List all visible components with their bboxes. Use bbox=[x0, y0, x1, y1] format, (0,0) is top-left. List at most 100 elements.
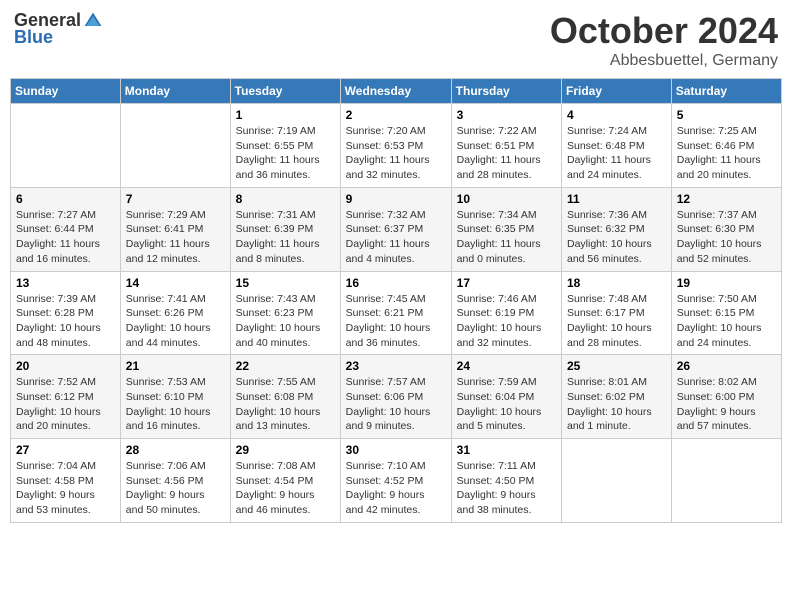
calendar-cell: 17 Sunrise: 7:46 AM Sunset: 6:19 PM Dayli… bbox=[451, 271, 561, 355]
day-number: 29 bbox=[236, 443, 335, 457]
day-info: Sunrise: 7:29 AM Sunset: 6:41 PM Dayligh… bbox=[126, 208, 225, 267]
day-info: Sunrise: 7:48 AM Sunset: 6:17 PM Dayligh… bbox=[567, 292, 666, 351]
calendar-week-3: 13 Sunrise: 7:39 AM Sunset: 6:28 PM Dayli… bbox=[11, 271, 782, 355]
title-area: October 2024 Abbesbuettel, Germany bbox=[550, 10, 778, 70]
day-number: 31 bbox=[457, 443, 556, 457]
day-number: 4 bbox=[567, 108, 666, 122]
day-number: 14 bbox=[126, 276, 225, 290]
calendar-cell: 18Sunrise: 7:48 AM Sunset: 6:17 PM Dayli… bbox=[562, 271, 672, 355]
day-number: 13 bbox=[16, 276, 115, 290]
day-number: 3 bbox=[457, 108, 556, 122]
month-title: October 2024 bbox=[550, 10, 778, 52]
day-number: 8 bbox=[236, 192, 335, 206]
day-number: 5 bbox=[677, 108, 776, 122]
calendar-cell: 2 Sunrise: 7:20 AM Sunset: 6:53 PM Daylig… bbox=[340, 104, 451, 188]
day-number: 28 bbox=[126, 443, 225, 457]
logo: General Blue bbox=[14, 10, 103, 48]
day-number: 17 bbox=[457, 276, 556, 290]
calendar-cell: 10Sunrise: 7:34 AM Sunset: 6:35 PM Dayli… bbox=[451, 187, 561, 271]
calendar-cell: 24 Sunrise: 7:59 AM Sunset: 6:04 PM Dayli… bbox=[451, 355, 561, 439]
day-info: Sunrise: 7:08 AM Sunset: 4:54 PM Dayligh… bbox=[236, 459, 335, 518]
calendar-cell: 27Sunrise: 7:04 AM Sunset: 4:58 PM Dayli… bbox=[11, 439, 121, 523]
calendar-cell: 20 Sunrise: 7:52 AM Sunset: 6:12 PM Dayli… bbox=[11, 355, 121, 439]
day-number: 1 bbox=[236, 108, 335, 122]
calendar-cell: 4 Sunrise: 7:24 AM Sunset: 6:48 PM Daylig… bbox=[562, 104, 672, 188]
calendar-cell: 11 Sunrise: 7:36 AM Sunset: 6:32 PM Dayli… bbox=[562, 187, 672, 271]
header-row: Sunday Monday Tuesday Wednesday Thursday… bbox=[11, 79, 782, 104]
header-wednesday: Wednesday bbox=[340, 79, 451, 104]
day-info: Sunrise: 7:22 AM Sunset: 6:51 PM Dayligh… bbox=[457, 124, 556, 183]
calendar-cell: 15 Sunrise: 7:43 AM Sunset: 6:23 PM Dayli… bbox=[230, 271, 340, 355]
day-number: 2 bbox=[346, 108, 446, 122]
page-header: General Blue October 2024 Abbesbuettel, … bbox=[10, 10, 782, 70]
calendar-cell: 3 Sunrise: 7:22 AM Sunset: 6:51 PM Daylig… bbox=[451, 104, 561, 188]
calendar-cell: 26Sunrise: 8:02 AM Sunset: 6:00 PM Dayli… bbox=[671, 355, 781, 439]
day-info: Sunrise: 8:01 AM Sunset: 6:02 PM Dayligh… bbox=[567, 375, 666, 434]
day-info: Sunrise: 7:41 AM Sunset: 6:26 PM Dayligh… bbox=[126, 292, 225, 351]
day-info: Sunrise: 7:34 AM Sunset: 6:35 PM Dayligh… bbox=[457, 208, 556, 267]
day-info: Sunrise: 7:19 AM Sunset: 6:55 PM Dayligh… bbox=[236, 124, 335, 183]
day-number: 25 bbox=[567, 359, 666, 373]
logo-icon bbox=[83, 11, 103, 31]
calendar-week-4: 20 Sunrise: 7:52 AM Sunset: 6:12 PM Dayli… bbox=[11, 355, 782, 439]
day-info: Sunrise: 7:25 AM Sunset: 6:46 PM Dayligh… bbox=[677, 124, 776, 183]
header-tuesday: Tuesday bbox=[230, 79, 340, 104]
calendar-cell: 9 Sunrise: 7:32 AM Sunset: 6:37 PM Daylig… bbox=[340, 187, 451, 271]
day-info: Sunrise: 7:55 AM Sunset: 6:08 PM Dayligh… bbox=[236, 375, 335, 434]
day-info: Sunrise: 7:11 AM Sunset: 4:50 PM Dayligh… bbox=[457, 459, 556, 518]
day-info: Sunrise: 7:37 AM Sunset: 6:30 PM Dayligh… bbox=[677, 208, 776, 267]
day-info: Sunrise: 7:46 AM Sunset: 6:19 PM Dayligh… bbox=[457, 292, 556, 351]
day-info: Sunrise: 7:57 AM Sunset: 6:06 PM Dayligh… bbox=[346, 375, 446, 434]
day-info: Sunrise: 7:24 AM Sunset: 6:48 PM Dayligh… bbox=[567, 124, 666, 183]
day-info: Sunrise: 7:39 AM Sunset: 6:28 PM Dayligh… bbox=[16, 292, 115, 351]
day-info: Sunrise: 7:50 AM Sunset: 6:15 PM Dayligh… bbox=[677, 292, 776, 351]
day-number: 19 bbox=[677, 276, 776, 290]
day-info: Sunrise: 7:43 AM Sunset: 6:23 PM Dayligh… bbox=[236, 292, 335, 351]
calendar-week-1: 1 Sunrise: 7:19 AM Sunset: 6:55 PM Daylig… bbox=[11, 104, 782, 188]
logo-blue: Blue bbox=[14, 27, 53, 48]
day-info: Sunrise: 7:20 AM Sunset: 6:53 PM Dayligh… bbox=[346, 124, 446, 183]
calendar-cell bbox=[11, 104, 121, 188]
day-info: Sunrise: 7:45 AM Sunset: 6:21 PM Dayligh… bbox=[346, 292, 446, 351]
calendar-cell: 13 Sunrise: 7:39 AM Sunset: 6:28 PM Dayli… bbox=[11, 271, 121, 355]
calendar-cell: 29 Sunrise: 7:08 AM Sunset: 4:54 PM Dayli… bbox=[230, 439, 340, 523]
day-number: 15 bbox=[236, 276, 335, 290]
day-number: 9 bbox=[346, 192, 446, 206]
day-number: 21 bbox=[126, 359, 225, 373]
day-info: Sunrise: 7:32 AM Sunset: 6:37 PM Dayligh… bbox=[346, 208, 446, 267]
day-info: Sunrise: 7:36 AM Sunset: 6:32 PM Dayligh… bbox=[567, 208, 666, 267]
day-info: Sunrise: 7:53 AM Sunset: 6:10 PM Dayligh… bbox=[126, 375, 225, 434]
calendar-cell: 30 Sunrise: 7:10 AM Sunset: 4:52 PM Dayli… bbox=[340, 439, 451, 523]
calendar-cell: 31 Sunrise: 7:11 AM Sunset: 4:50 PM Dayli… bbox=[451, 439, 561, 523]
location-subtitle: Abbesbuettel, Germany bbox=[550, 52, 778, 70]
day-info: Sunrise: 7:04 AM Sunset: 4:58 PM Dayligh… bbox=[16, 459, 115, 518]
header-saturday: Saturday bbox=[671, 79, 781, 104]
calendar-cell: 22Sunrise: 7:55 AM Sunset: 6:08 PM Dayli… bbox=[230, 355, 340, 439]
day-number: 11 bbox=[567, 192, 666, 206]
header-monday: Monday bbox=[120, 79, 230, 104]
calendar-cell: 12Sunrise: 7:37 AM Sunset: 6:30 PM Dayli… bbox=[671, 187, 781, 271]
day-number: 20 bbox=[16, 359, 115, 373]
day-info: Sunrise: 7:59 AM Sunset: 6:04 PM Dayligh… bbox=[457, 375, 556, 434]
day-number: 30 bbox=[346, 443, 446, 457]
header-sunday: Sunday bbox=[11, 79, 121, 104]
calendar-cell: 25 Sunrise: 8:01 AM Sunset: 6:02 PM Dayli… bbox=[562, 355, 672, 439]
day-info: Sunrise: 7:27 AM Sunset: 6:44 PM Dayligh… bbox=[16, 208, 115, 267]
day-number: 24 bbox=[457, 359, 556, 373]
calendar-cell: 28 Sunrise: 7:06 AM Sunset: 4:56 PM Dayli… bbox=[120, 439, 230, 523]
day-number: 23 bbox=[346, 359, 446, 373]
calendar-cell bbox=[120, 104, 230, 188]
day-number: 7 bbox=[126, 192, 225, 206]
calendar-cell: 1 Sunrise: 7:19 AM Sunset: 6:55 PM Daylig… bbox=[230, 104, 340, 188]
calendar-cell: 19 Sunrise: 7:50 AM Sunset: 6:15 PM Dayli… bbox=[671, 271, 781, 355]
day-info: Sunrise: 7:52 AM Sunset: 6:12 PM Dayligh… bbox=[16, 375, 115, 434]
day-info: Sunrise: 7:10 AM Sunset: 4:52 PM Dayligh… bbox=[346, 459, 446, 518]
calendar-cell bbox=[671, 439, 781, 523]
header-friday: Friday bbox=[562, 79, 672, 104]
calendar-cell: 5 Sunrise: 7:25 AM Sunset: 6:46 PM Daylig… bbox=[671, 104, 781, 188]
day-info: Sunrise: 7:31 AM Sunset: 6:39 PM Dayligh… bbox=[236, 208, 335, 267]
calendar-week-5: 27Sunrise: 7:04 AM Sunset: 4:58 PM Dayli… bbox=[11, 439, 782, 523]
day-info: Sunrise: 7:06 AM Sunset: 4:56 PM Dayligh… bbox=[126, 459, 225, 518]
calendar-cell bbox=[562, 439, 672, 523]
calendar-cell: 21 Sunrise: 7:53 AM Sunset: 6:10 PM Dayli… bbox=[120, 355, 230, 439]
